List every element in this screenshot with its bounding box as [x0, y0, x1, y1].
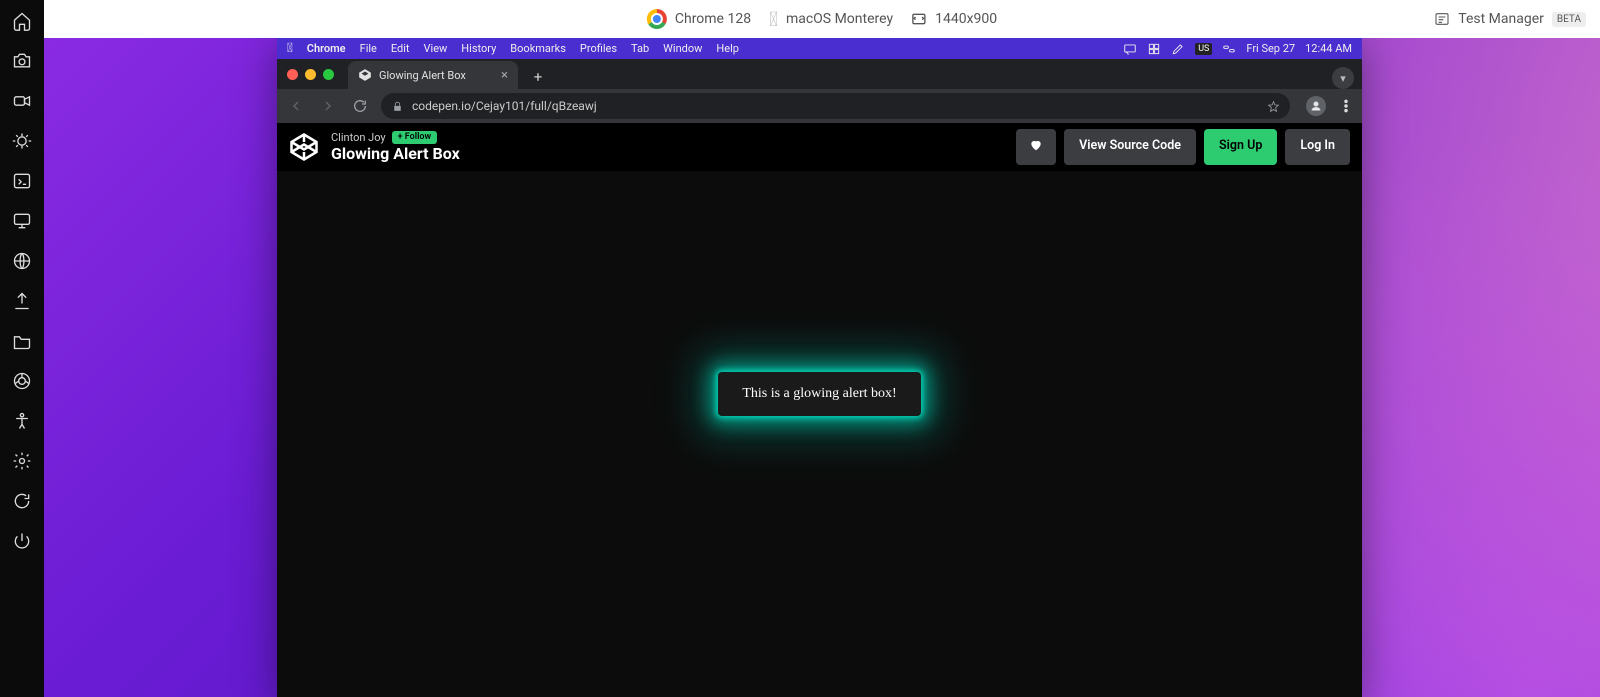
- chrome-menu-icon[interactable]: [1338, 98, 1354, 114]
- browser-label: Chrome 128: [675, 11, 751, 27]
- pen-title: Glowing Alert Box: [331, 144, 460, 163]
- window-zoom-button[interactable]: [323, 69, 334, 80]
- menu-window[interactable]: Window: [663, 42, 702, 55]
- bug-icon[interactable]: [11, 130, 33, 152]
- chrome-toolbar: codepen.io/Cejay101/full/qBzeawj: [277, 89, 1362, 123]
- menu-history[interactable]: History: [461, 42, 496, 55]
- menu-view[interactable]: View: [424, 42, 448, 55]
- view-source-button[interactable]: View Source Code: [1064, 129, 1196, 165]
- upload-icon[interactable]: [11, 290, 33, 312]
- love-button[interactable]: [1016, 129, 1056, 165]
- power-icon[interactable]: [11, 530, 33, 552]
- window-minimize-button[interactable]: [305, 69, 316, 80]
- display-icon[interactable]: [11, 210, 33, 232]
- page-viewport: Clinton Joy + Follow Glowing Alert Box V…: [277, 123, 1362, 697]
- gear-icon[interactable]: [11, 450, 33, 472]
- window-traffic-lights: [287, 59, 334, 89]
- input-source-badge[interactable]: US: [1195, 43, 1212, 55]
- tab-close-icon[interactable]: ×: [501, 68, 508, 83]
- globe-icon[interactable]: [11, 250, 33, 272]
- left-tool-rail: [0, 0, 44, 697]
- menubar-date[interactable]: Fri Sep 27: [1246, 42, 1295, 55]
- login-button[interactable]: Log In: [1285, 129, 1350, 165]
- menubar-time[interactable]: 12:44 AM: [1305, 42, 1352, 55]
- site-info-icon[interactable]: [391, 100, 404, 113]
- os-chip:  macOS Monterey: [769, 9, 893, 29]
- test-manager-icon[interactable]: [1434, 11, 1450, 27]
- terminal-icon[interactable]: [11, 170, 33, 192]
- apple-icon: : [769, 9, 778, 29]
- codepen-favicon-icon: [358, 68, 372, 82]
- menu-help[interactable]: Help: [716, 42, 739, 55]
- environment-info-bar: Chrome 128  macOS Monterey 1440x900 Tes…: [44, 0, 1600, 38]
- sync-icon[interactable]: [11, 490, 33, 512]
- resolution-label: 1440x900: [935, 11, 997, 27]
- nav-back-button[interactable]: [285, 95, 307, 117]
- alert-text: This is a glowing alert box!: [742, 386, 896, 401]
- follow-button[interactable]: + Follow: [392, 131, 438, 144]
- folder-icon[interactable]: [11, 330, 33, 352]
- chrome-window:  Chrome File Edit View History Bookmark…: [277, 38, 1362, 697]
- chrome-tab-strip: Glowing Alert Box × + ▾: [277, 59, 1362, 89]
- pen-author[interactable]: Clinton Joy: [331, 131, 386, 144]
- menu-profiles[interactable]: Profiles: [580, 42, 617, 55]
- video-icon[interactable]: [11, 90, 33, 112]
- address-text: codepen.io/Cejay101/full/qBzeawj: [412, 99, 597, 113]
- os-label: macOS Monterey: [786, 11, 893, 27]
- mac-menubar:  Chrome File Edit View History Bookmark…: [277, 38, 1362, 59]
- menu-edit[interactable]: Edit: [391, 42, 410, 55]
- new-tab-button[interactable]: +: [526, 65, 550, 89]
- window-close-button[interactable]: [287, 69, 298, 80]
- nav-reload-button[interactable]: [349, 95, 371, 117]
- home-icon[interactable]: [11, 10, 33, 32]
- address-bar[interactable]: codepen.io/Cejay101/full/qBzeawj: [381, 93, 1290, 119]
- bookmark-star-icon[interactable]: [1267, 100, 1280, 113]
- tray-control-center-icon[interactable]: [1222, 42, 1236, 56]
- nav-forward-button[interactable]: [317, 95, 339, 117]
- tray-cast-icon[interactable]: [1123, 42, 1137, 56]
- apple-menu-icon[interactable]: : [287, 41, 293, 56]
- menu-bookmarks[interactable]: Bookmarks: [510, 42, 566, 55]
- menu-tab[interactable]: Tab: [631, 42, 649, 55]
- profile-avatar[interactable]: [1306, 96, 1326, 116]
- chrome-icon: [647, 9, 667, 29]
- menu-file[interactable]: File: [360, 42, 377, 55]
- beta-badge: BETA: [1552, 12, 1586, 27]
- codepen-logo-icon[interactable]: [289, 132, 319, 162]
- browser-chip: Chrome 128: [647, 9, 751, 29]
- pen-stage: This is a glowing alert box!: [277, 171, 1362, 697]
- browser-tab[interactable]: Glowing Alert Box ×: [348, 61, 518, 89]
- macos-desktop:  Chrome File Edit View History Bookmark…: [44, 38, 1600, 697]
- camera-icon[interactable]: [11, 50, 33, 72]
- test-manager-label[interactable]: Test Manager: [1458, 11, 1544, 27]
- tab-title: Glowing Alert Box: [379, 69, 466, 82]
- resolution-icon: [911, 11, 927, 27]
- tab-search-button[interactable]: ▾: [1332, 67, 1354, 89]
- resolution-chip: 1440x900: [911, 11, 997, 27]
- glowing-alert-box: This is a glowing alert box!: [718, 372, 920, 416]
- codepen-header: Clinton Joy + Follow Glowing Alert Box V…: [277, 123, 1362, 171]
- tray-pen-icon[interactable]: [1171, 42, 1185, 56]
- accessibility-icon[interactable]: [11, 410, 33, 432]
- menu-app-name[interactable]: Chrome: [307, 42, 346, 55]
- tray-windows-icon[interactable]: [1147, 42, 1161, 56]
- chrome-outline-icon[interactable]: [11, 370, 33, 392]
- signup-button[interactable]: Sign Up: [1204, 129, 1277, 165]
